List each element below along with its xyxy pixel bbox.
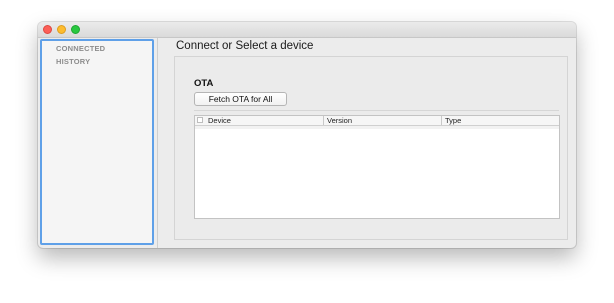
- sidebar-divider: [157, 38, 158, 248]
- select-all-checkbox[interactable]: [197, 117, 203, 123]
- sidebar-item-connected[interactable]: CONNECTED: [56, 44, 105, 53]
- section-separator: [194, 110, 559, 111]
- app-window: CONNECTED HISTORY Connect or Select a de…: [38, 22, 576, 248]
- sidebar[interactable]: CONNECTED HISTORY: [40, 39, 154, 245]
- title-bar[interactable]: [38, 22, 576, 38]
- close-window-icon[interactable]: [43, 25, 52, 34]
- ota-table[interactable]: Device Version Type: [194, 115, 560, 219]
- table-row-stripe: [195, 126, 559, 129]
- column-header-device[interactable]: Device: [205, 116, 323, 125]
- sidebar-item-history[interactable]: HISTORY: [56, 57, 90, 66]
- column-header-type[interactable]: Type: [441, 116, 559, 125]
- column-header-version[interactable]: Version: [323, 116, 441, 125]
- ota-heading: OTA: [194, 78, 214, 89]
- table-header: Device Version Type: [195, 116, 559, 126]
- page-title: Connect or Select a device: [176, 40, 314, 52]
- maximize-window-icon[interactable]: [71, 25, 80, 34]
- fetch-ota-button[interactable]: Fetch OTA for All: [194, 92, 287, 106]
- minimize-window-icon[interactable]: [57, 25, 66, 34]
